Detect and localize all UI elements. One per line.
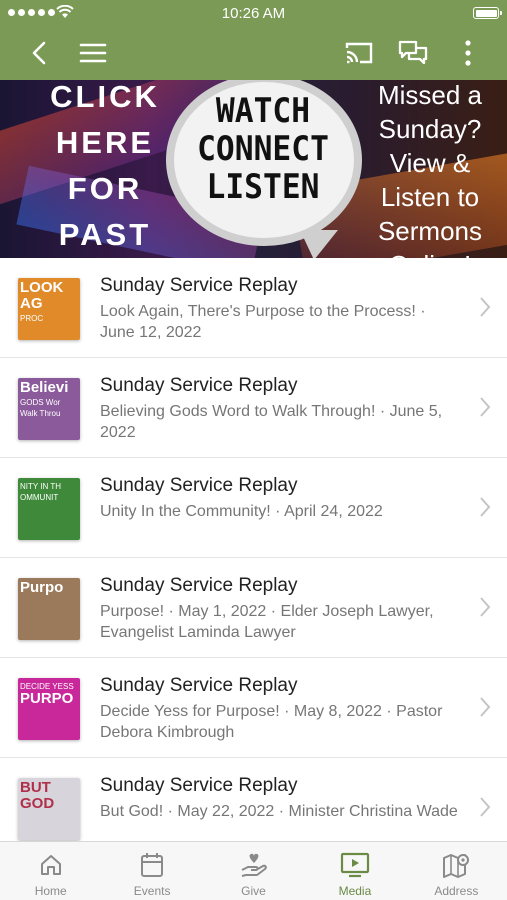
more-options-button[interactable]	[451, 36, 485, 70]
item-subtitle: Believing Gods Word to Walk Through! · J…	[100, 403, 443, 441]
tab-give[interactable]: Give	[203, 842, 304, 900]
sermon-thumbnail: DECIDE YESS PURPO	[18, 678, 80, 740]
chat-icon	[398, 40, 428, 65]
banner-line: Online!	[360, 248, 500, 258]
bubble-line: WATCH	[215, 91, 311, 131]
item-subtitle: But God! · May 22, 2022 · Minister Chris…	[100, 803, 458, 820]
list-item[interactable]: DECIDE YESS PURPO Sunday Service Replay …	[0, 658, 507, 758]
banner-line: FOR	[67, 171, 143, 206]
list-item[interactable]: Purpo Sunday Service Replay Purpose! · M…	[0, 558, 507, 658]
status-bar: 10:26 AM	[0, 0, 507, 26]
item-title: Sunday Service Replay	[100, 475, 298, 496]
calendar-icon	[141, 853, 164, 877]
sermons-banner[interactable]: CLICK HERE FOR PAST WATCH CONNECT LISTEN…	[0, 80, 507, 258]
thumbnail-text: Purpo	[20, 579, 64, 596]
bubble-line: CONNECT	[197, 129, 329, 169]
banner-line: Missed a	[377, 80, 483, 110]
list-item[interactable]: LOOK AG PROC Sunday Service Replay Look …	[0, 258, 507, 358]
chevron-right-icon	[480, 697, 491, 717]
tab-label: Give	[241, 884, 266, 898]
sermon-thumbnail: LOOK AG PROC	[18, 278, 80, 340]
hamburger-icon	[79, 43, 107, 63]
bottom-tab-bar: Home Events Give Media Address	[0, 841, 507, 900]
banner-line: CLICK	[50, 80, 160, 114]
thumbnail-text: PROC	[20, 314, 44, 323]
item-subtitle: Purpose! · May 1, 2022 · Elder Joseph La…	[100, 603, 434, 641]
banner-line: View &	[389, 148, 471, 178]
cast-icon	[345, 42, 373, 64]
sermon-thumbnail: NITY IN TH OMMUNIT	[18, 478, 80, 540]
chevron-right-icon	[480, 297, 491, 317]
item-title: Sunday Service Replay	[100, 275, 298, 296]
banner-line: Listen to	[380, 182, 480, 212]
chevron-right-icon	[480, 797, 491, 817]
tab-media[interactable]: Media	[304, 842, 405, 900]
chevron-right-icon	[480, 497, 491, 517]
item-subtitle: Unity In the Community! · April 24, 2022	[100, 503, 383, 520]
list-item[interactable]: Believi GODS Wor Walk Throu Sunday Servi…	[0, 358, 507, 458]
thumbnail-text: LOOK AG	[20, 279, 64, 312]
banner-line: Sunday?	[378, 114, 482, 144]
banner-line: PAST	[58, 217, 152, 252]
list-item[interactable]: BUT GOD Sunday Service Replay But God! ·…	[0, 758, 507, 842]
chevron-right-icon	[480, 597, 491, 617]
banner-line: HERE	[55, 125, 155, 160]
tab-label: Address	[434, 884, 479, 898]
bubble-line: LISTEN	[206, 167, 320, 207]
status-time: 10:26 AM	[221, 5, 286, 22]
tab-label: Media	[338, 884, 372, 898]
thumbnail-text: NITY IN TH	[20, 482, 62, 491]
thumbnail-text: GOD	[20, 795, 55, 812]
item-title: Sunday Service Replay	[100, 775, 298, 796]
chevron-right-icon	[480, 397, 491, 417]
sermon-thumbnail: Believi GODS Wor Walk Throu	[18, 378, 80, 440]
item-title: Sunday Service Replay	[100, 375, 298, 396]
thumbnail-text: BUT	[20, 779, 51, 796]
item-title: Sunday Service Replay	[100, 675, 298, 696]
tab-address[interactable]: Address	[406, 842, 507, 900]
item-title: Sunday Service Replay	[100, 575, 298, 596]
thumbnail-text: Walk Throu	[20, 409, 61, 418]
banner-click-text: CLICK HERE FOR PAST	[40, 80, 170, 258]
bubble-text: WATCH CONNECT LISTEN	[177, 92, 348, 206]
item-subtitle: Decide Yess for Purpose! · May 8, 2022 ·…	[100, 703, 443, 741]
chevron-left-icon	[32, 41, 46, 65]
tab-events[interactable]: Events	[101, 842, 202, 900]
media-list: LOOK AG PROC Sunday Service Replay Look …	[0, 258, 507, 842]
list-item[interactable]: NITY IN TH OMMUNIT Sunday Service Replay…	[0, 458, 507, 558]
banner-missed-text: Missed a Sunday? View & Listen to Sermon…	[360, 80, 500, 258]
thumbnail-text: PURPO	[20, 690, 74, 707]
give-hand-icon	[241, 853, 267, 877]
sermon-thumbnail: Purpo	[18, 578, 80, 640]
chat-button[interactable]	[396, 36, 430, 70]
tab-home[interactable]: Home	[0, 842, 101, 900]
more-vertical-icon	[465, 40, 471, 66]
cast-button[interactable]	[342, 36, 376, 70]
menu-button[interactable]	[76, 36, 110, 70]
tv-play-icon	[340, 852, 370, 878]
home-icon	[40, 855, 61, 875]
battery-icon	[473, 7, 502, 19]
thumbnail-text: Believi	[20, 379, 69, 396]
sermon-thumbnail: BUT GOD	[18, 778, 80, 840]
thumbnail-text: GODS Wor	[20, 398, 61, 407]
tab-label: Events	[133, 884, 171, 898]
top-toolbar	[0, 26, 507, 80]
map-pin-icon	[443, 854, 470, 878]
thumbnail-text: OMMUNIT	[20, 493, 59, 502]
item-subtitle: Look Again, There's Purpose to the Proce…	[100, 303, 426, 341]
banner-line: Sermons	[377, 216, 483, 246]
tab-label: Home	[34, 884, 67, 898]
back-button[interactable]	[22, 36, 56, 70]
